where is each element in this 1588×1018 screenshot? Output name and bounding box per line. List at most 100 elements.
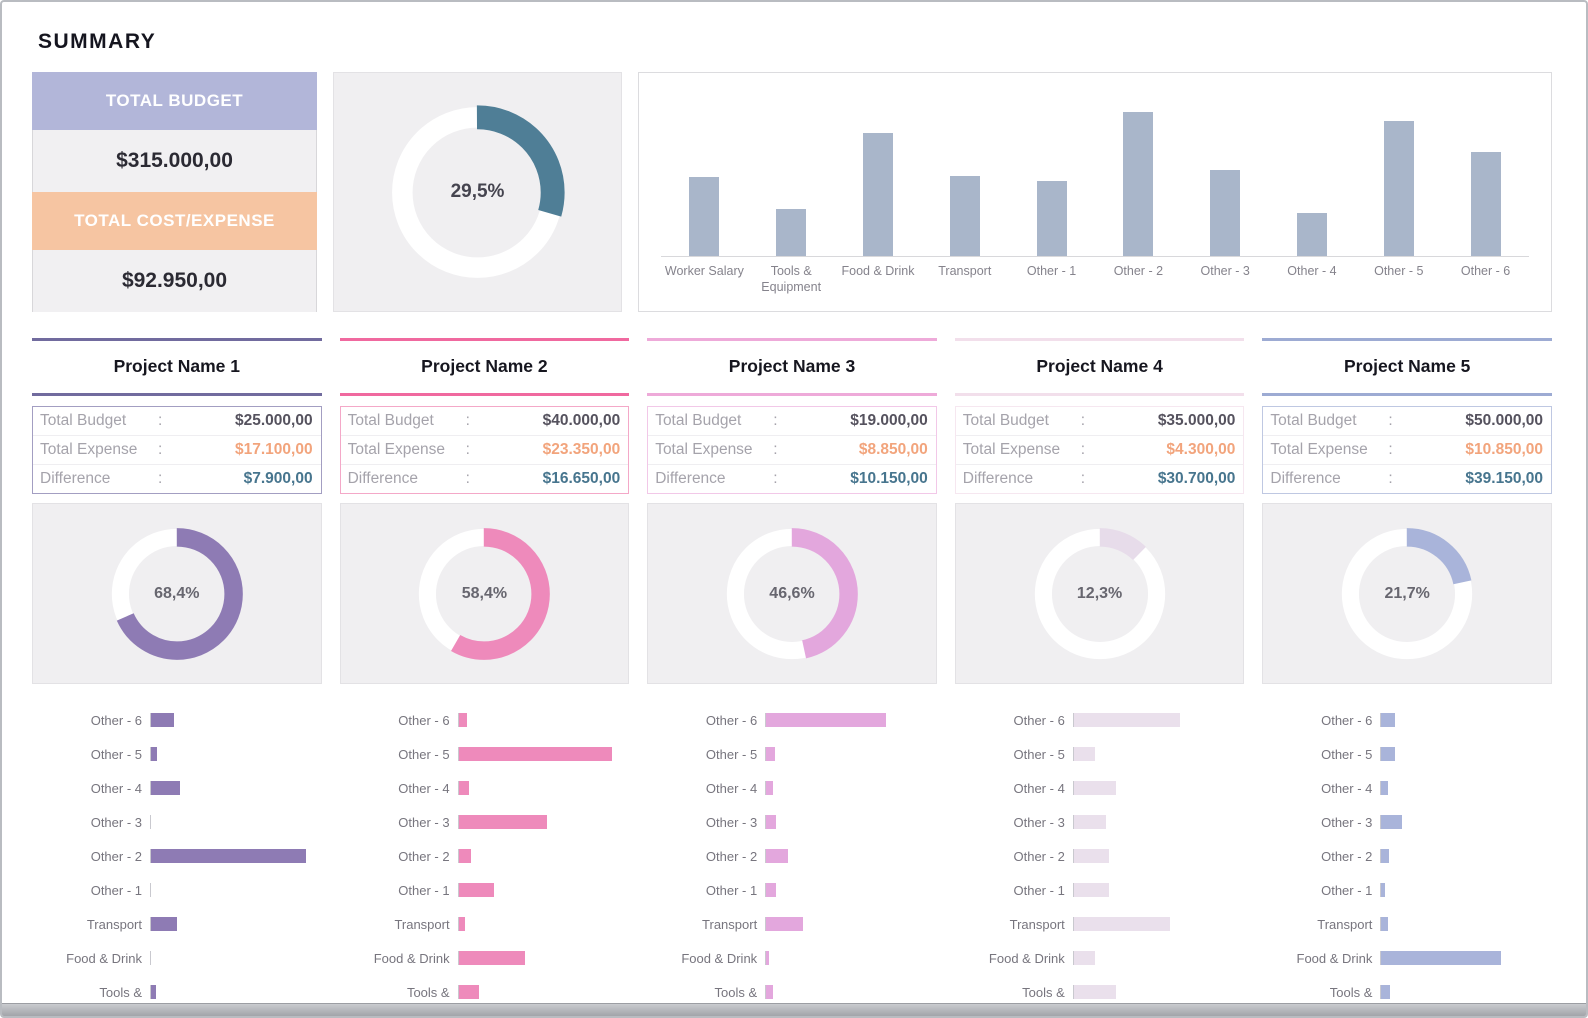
- project-category-bar-chart[interactable]: Other - 6 Other - 5 Other - 4 Other - 3 …: [1262, 695, 1552, 1016]
- project-accent-rule-bottom: [954, 393, 1245, 396]
- project-donut-chart[interactable]: 21,7%: [1262, 503, 1552, 684]
- hbar-track: [1072, 951, 1245, 965]
- project-stats-table[interactable]: Total Budget : $25.000,00 Total Expense …: [32, 406, 322, 494]
- hbar-category-label: Transport: [1009, 916, 1065, 932]
- hbar-track: [1072, 849, 1245, 863]
- workbook-frame: SUMMARY TOTAL BUDGET $315.000,00 TOTAL C…: [0, 0, 1588, 1018]
- hbar-category-label: Other - 5: [1013, 746, 1065, 762]
- vbar-category-label: Other - 5: [1374, 264, 1424, 278]
- category-expense-bar-chart[interactable]: Worker Salary Tools & Equipment Food & D…: [638, 72, 1552, 312]
- project-donut-percent-label: 46,6%: [769, 584, 815, 602]
- project-column: Project Name 3 Total Budget : $19.000,00…: [647, 338, 937, 1016]
- hbar-category-label: Other - 3: [90, 814, 142, 830]
- hbar-track: [1380, 985, 1552, 999]
- vbar-area: [1355, 103, 1443, 257]
- total-budget-value: $315.000,00: [32, 129, 317, 192]
- hbar-row: Food & Drink: [340, 941, 630, 975]
- hbar-category-label: Other - 3: [398, 814, 450, 830]
- hbar-category-label: Food & Drink: [66, 950, 142, 966]
- stat-row-budget: Total Budget : $50.000,00: [1263, 407, 1551, 435]
- hbar-category-label: Other - 4: [398, 780, 450, 796]
- hbar-bar: [1381, 849, 1389, 863]
- summary-donut-chart[interactable]: 29,5%: [333, 72, 622, 312]
- vbar-area: [747, 103, 835, 257]
- hbar-track: [1380, 917, 1552, 931]
- vbar-area: [661, 103, 748, 257]
- project-category-bar-chart[interactable]: Other - 6 Other - 5 Other - 4 Other - 3 …: [339, 695, 630, 1016]
- hbar-bar: [766, 781, 774, 795]
- hbar-category-label: Other - 4: [705, 780, 758, 796]
- hbar-bar: [1381, 917, 1389, 931]
- hbar-row: Other - 6: [955, 703, 1245, 737]
- vbar-area: [1268, 103, 1356, 257]
- project-donut-chart[interactable]: 12,3%: [954, 503, 1245, 684]
- hbar-row: Other - 3: [32, 805, 322, 839]
- stat-label-budget: Total Budget: [40, 412, 127, 429]
- stat-colon: :: [773, 412, 778, 429]
- vbar-area: [834, 103, 922, 257]
- project-donut-chart[interactable]: 46,6%: [647, 503, 937, 684]
- hbar-bar: [766, 747, 775, 761]
- hbar-track: [765, 849, 937, 863]
- hbar-rows: Other - 6 Other - 5 Other - 4 Other - 3 …: [1262, 703, 1552, 1009]
- project-category-bar-chart[interactable]: Other - 6 Other - 5 Other - 4 Other - 3 …: [647, 695, 937, 1016]
- hbar-category-label: Other - 4: [1321, 780, 1373, 796]
- vbar-bar: [949, 175, 980, 256]
- hbar-row: Transport: [955, 907, 1245, 941]
- hbar-category-label: Other - 1: [398, 882, 450, 898]
- projects-row: Project Name 1 Total Budget : $25.000,00…: [32, 338, 1552, 1016]
- stat-colon: :: [158, 441, 163, 458]
- stat-row-difference: Difference : $30.700,00: [955, 464, 1244, 493]
- project-accent-rule-bottom: [339, 393, 630, 396]
- stat-value-budget: $19.000,00: [850, 412, 928, 429]
- hbar-category-label: Other - 3: [1321, 814, 1373, 830]
- stat-label-budget: Total Budget: [347, 412, 434, 429]
- hbar-row: Food & Drink: [955, 941, 1245, 975]
- hbar-category-label: Tools &: [1022, 984, 1065, 1000]
- project-stats-table[interactable]: Total Budget : $19.000,00 Total Expense …: [647, 406, 937, 494]
- stat-value-budget: $50.000,00: [1465, 412, 1543, 429]
- total-summary-card[interactable]: TOTAL BUDGET $315.000,00 TOTAL COST/EXPE…: [32, 72, 317, 312]
- project-stats-table[interactable]: Total Budget : $35.000,00 Total Expense …: [954, 406, 1245, 494]
- hbar-bar: [1073, 747, 1096, 761]
- hbar-row: Other - 1: [955, 873, 1245, 907]
- hbar-category-label: Other - 3: [705, 814, 758, 830]
- stat-row-expense: Total Expense : $23.350,00: [340, 435, 629, 464]
- hbar-track: [765, 713, 937, 727]
- stat-label-difference: Difference: [655, 470, 726, 487]
- hbar-track: [1380, 747, 1552, 761]
- hbar-track: [150, 917, 322, 931]
- hbar-category-label: Other - 2: [1013, 848, 1065, 864]
- project-donut-wrap: 46,6%: [713, 515, 871, 673]
- vbar-category-label: Other - 2: [1113, 264, 1164, 278]
- vbar-bar: [776, 208, 807, 256]
- project-donut-chart[interactable]: 58,4%: [339, 503, 630, 684]
- project-donut-percent-label: 21,7%: [1384, 584, 1430, 602]
- project-title: Project Name 4: [1036, 356, 1163, 376]
- hbar-category-label: Tools &: [1329, 984, 1373, 1000]
- vbar-column: Tools & Equipment: [747, 103, 835, 301]
- vbar-area: [1008, 103, 1095, 257]
- project-category-bar-chart[interactable]: Other - 6 Other - 5 Other - 4 Other - 3 …: [954, 695, 1245, 1016]
- project-stats-table[interactable]: Total Budget : $40.000,00 Total Expense …: [339, 406, 630, 494]
- hbar-row: Other - 2: [647, 839, 937, 873]
- project-donut-wrap: 68,4%: [98, 515, 256, 673]
- project-stats-table[interactable]: Total Budget : $50.000,00 Total Expense …: [1262, 406, 1552, 494]
- hbar-track: [1072, 815, 1245, 829]
- hbar-track: [150, 883, 322, 897]
- project-donut-chart[interactable]: 68,4%: [32, 503, 322, 684]
- hbar-track: [457, 781, 630, 795]
- stat-value-difference: $39.150,00: [1465, 470, 1543, 487]
- stat-colon: :: [1080, 412, 1086, 429]
- hbar-row: Other - 2: [955, 839, 1245, 873]
- stat-label-budget: Total Budget: [962, 412, 1049, 429]
- vbar-category-label: Worker Salary: [664, 264, 744, 278]
- hbar-category-label: Other - 6: [90, 712, 142, 728]
- project-category-bar-chart[interactable]: Other - 6 Other - 5 Other - 4 Other - 3 …: [32, 695, 322, 1016]
- hbar-bar: [766, 713, 886, 727]
- stat-row-expense: Total Expense : $10.850,00: [1263, 435, 1551, 464]
- hbar-bar: [458, 883, 495, 897]
- stat-value-expense: $10.850,00: [1465, 441, 1543, 458]
- stat-colon: :: [465, 412, 470, 429]
- vbar-bar: [862, 132, 893, 256]
